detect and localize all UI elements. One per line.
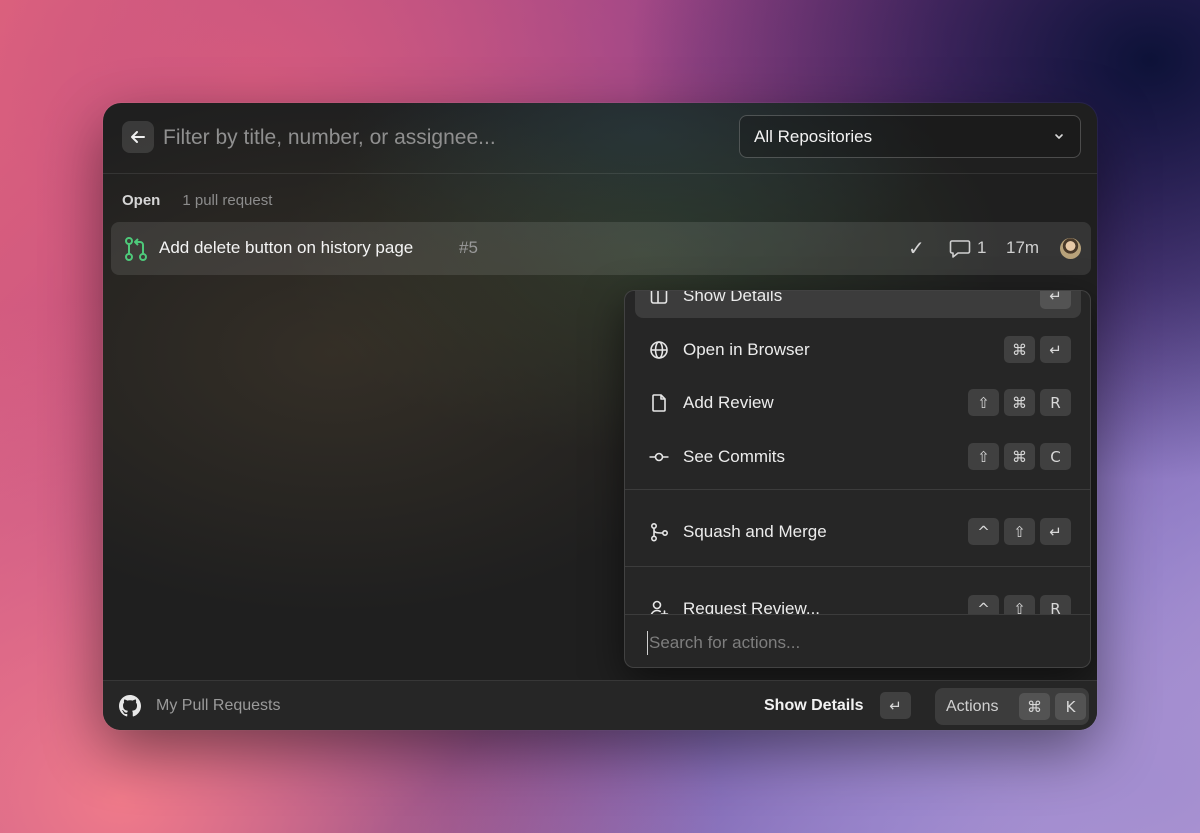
shortcut-keys: ^ ⇧ R [968, 595, 1071, 614]
shortcut-key: K [1055, 693, 1086, 720]
shortcut-key: ⇧ [968, 389, 999, 416]
menu-item-request-review[interactable]: Request Review... ^ ⇧ R [635, 587, 1081, 614]
shortcut-key: ⌘ [1004, 443, 1035, 470]
menu-item-show-details[interactable]: Show Details ↵ [635, 291, 1081, 318]
action-search-input[interactable] [647, 631, 1067, 655]
footer-bar: My Pull Requests Show Details ↵ Actions … [103, 680, 1097, 730]
comment-count: 1 [977, 238, 987, 257]
menu-item-label: Request Review... [683, 599, 821, 614]
actions-shortcut: ⌘ K [1019, 693, 1086, 720]
shortcut-keys: ⌘ ↵ [1004, 336, 1071, 363]
shortcut-keys: ⇧ ⌘ R [968, 389, 1071, 416]
shortcut-key: R [1040, 595, 1071, 614]
shortcut-key: ↵ [1040, 291, 1071, 309]
section-count: 1 pull request [182, 192, 273, 209]
back-button[interactable] [122, 121, 154, 153]
action-search-bar [625, 614, 1090, 667]
menu-item-label: See Commits [683, 447, 786, 466]
menu-item-label: Add Review [683, 393, 774, 412]
app-window: All Repositories Open 1 pull request Add… [103, 103, 1097, 730]
enter-key-hint: ↵ [880, 692, 911, 719]
filter-input[interactable] [163, 121, 723, 155]
shortcut-key: ⌘ [1004, 336, 1035, 363]
shortcut-key: C [1040, 443, 1071, 470]
actions-label: Actions [946, 698, 999, 715]
section-title: Open [122, 192, 161, 209]
avatar [1060, 238, 1081, 259]
action-menu-list: Show Details ↵ Open in Browser ⌘ ↵ Add R… [625, 291, 1090, 614]
menu-item-label: Open in Browser [683, 340, 810, 359]
shortcut-key: ⌘ [1004, 389, 1035, 416]
shortcut-keys: ↵ [1040, 291, 1071, 309]
merge-icon [650, 522, 669, 542]
arrow-left-icon [131, 131, 145, 143]
shortcut-key: ^ [968, 518, 999, 545]
section-header: Open 1 pull request [122, 192, 272, 209]
shortcut-key: ⇧ [968, 443, 999, 470]
shortcut-keys: ^ ⇧ ↵ [968, 518, 1071, 545]
menu-divider [625, 566, 1090, 567]
menu-item-open-in-browser[interactable]: Open in Browser ⌘ ↵ [635, 328, 1081, 372]
pull-request-number: #5 [459, 238, 478, 257]
shortcut-key: ⇧ [1004, 595, 1035, 614]
menu-item-see-commits[interactable]: See Commits ⇧ ⌘ C [635, 435, 1081, 479]
github-icon [119, 695, 141, 717]
menu-item-label: Show Details [683, 291, 783, 305]
shortcut-key: ⌘ [1019, 693, 1050, 720]
shortcut-key: ↵ [1040, 518, 1071, 545]
pull-request-title: Add delete button on history page [159, 238, 414, 257]
action-menu: Show Details ↵ Open in Browser ⌘ ↵ Add R… [624, 290, 1091, 668]
commit-icon [649, 452, 669, 462]
top-bar: All Repositories [103, 103, 1097, 174]
pull-request-row[interactable]: Add delete button on history page #5 ✓ 1… [111, 222, 1091, 275]
menu-item-add-review[interactable]: Add Review ⇧ ⌘ R [635, 381, 1081, 425]
chevron-down-icon [1055, 134, 1063, 139]
actions-button[interactable]: Actions ⌘ K [935, 688, 1089, 725]
menu-divider [625, 489, 1090, 490]
document-icon [652, 394, 666, 412]
menu-item-label: Squash and Merge [683, 522, 827, 541]
shortcut-key: ^ [968, 595, 999, 614]
repository-select-value: All Repositories [754, 126, 873, 146]
comment-icon [949, 240, 971, 258]
shortcut-keys: ⇧ ⌘ C [968, 443, 1071, 470]
pull-request-age: 17m [1006, 238, 1040, 257]
menu-item-squash-and-merge[interactable]: Squash and Merge ^ ⇧ ↵ [635, 510, 1081, 554]
shortcut-key: R [1040, 389, 1071, 416]
shortcut-key: ⇧ [1004, 518, 1035, 545]
pull-request-icon [125, 237, 147, 261]
repository-select[interactable]: All Repositories [739, 115, 1081, 158]
globe-icon [650, 341, 668, 359]
check-status-icon: ✓ [908, 238, 925, 260]
show-details-button[interactable]: Show Details [764, 697, 864, 715]
footer-title: My Pull Requests [156, 697, 281, 714]
sidebar-icon [650, 291, 668, 304]
shortcut-key: ↵ [1040, 336, 1071, 363]
user-plus-icon [650, 600, 669, 614]
